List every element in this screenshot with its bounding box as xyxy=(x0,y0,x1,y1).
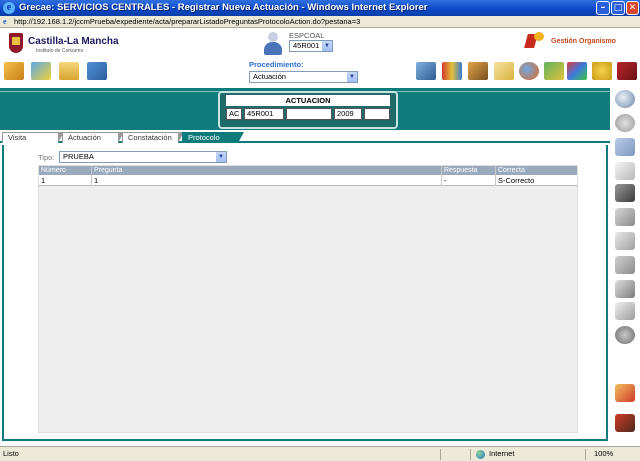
cell-correcta: S-Correcto xyxy=(498,176,535,185)
logo-text: Castilla-La Mancha xyxy=(28,36,119,47)
window-title-bar[interactable]: e Grecae: SERVICIOS CENTRALES - Registra… xyxy=(0,0,640,16)
delete-icon[interactable] xyxy=(615,208,635,226)
clear-form-icon[interactable] xyxy=(615,384,635,402)
actuacion-box: ACTUACION AC 45R001 2009 xyxy=(218,91,398,129)
laptop-icon[interactable] xyxy=(416,62,436,80)
chevron-down-icon: ▼ xyxy=(216,152,226,162)
minimize-button[interactable]: – xyxy=(596,1,610,15)
window-title: Grecae: SERVICIOS CENTRALES - Registrar … xyxy=(19,2,428,13)
eraser-icon[interactable] xyxy=(615,138,635,156)
procedure-label: Procedimiento: xyxy=(249,60,304,69)
user-select-value: 45R001 xyxy=(293,41,320,50)
tipo-label: Tipo: xyxy=(38,153,55,162)
actuacion-banner: ACTUACION AC 45R001 2009 xyxy=(0,88,610,130)
boxes-icon[interactable] xyxy=(468,62,488,80)
actuacion-year-cell: 2009 xyxy=(334,108,362,120)
tipo-select[interactable]: PRUEBA ▼ xyxy=(59,151,227,163)
tab-protocolo[interactable]: Protocolo xyxy=(182,132,244,143)
logo-subtext: Instituto de Consumo xyxy=(36,48,84,54)
tab-actuacion[interactable]: Actuación xyxy=(62,132,124,143)
org-logo-icon xyxy=(524,32,544,48)
column-header-pregunta[interactable]: Pregunta xyxy=(94,166,122,175)
address-bar[interactable]: e http://192.168.1.2/jccmPrueba/expedien… xyxy=(0,16,640,28)
zoom-level[interactable]: 100% xyxy=(594,449,613,458)
cell-numero: 1 xyxy=(41,176,46,185)
shield-key-icon[interactable] xyxy=(31,62,51,80)
copy-icon[interactable] xyxy=(615,232,635,250)
tab-visita[interactable]: Visita xyxy=(2,132,64,143)
chevron-down-icon: ▼ xyxy=(322,41,332,51)
actuacion-code-cell: 45R001 xyxy=(244,108,284,120)
maximize-button[interactable]: □ xyxy=(611,1,625,15)
attachment-icon[interactable] xyxy=(615,256,635,274)
envelope-icon[interactable] xyxy=(494,62,514,80)
firefox-icon[interactable] xyxy=(519,62,539,80)
cell-pregunta: 1 xyxy=(94,176,99,185)
globe-icon xyxy=(476,450,485,459)
page-icon: e xyxy=(3,17,7,26)
address-url[interactable]: http://192.168.1.2/jccmPrueba/expediente… xyxy=(14,17,360,26)
cell-respuesta: - xyxy=(444,176,447,185)
ie-icon: e xyxy=(3,2,15,14)
status-bar: Listo Internet 100% xyxy=(0,446,640,461)
tractor-icon[interactable] xyxy=(615,414,635,432)
org-link[interactable]: Gestión Organismo xyxy=(551,38,616,45)
books-icon[interactable] xyxy=(442,62,462,80)
user-icon xyxy=(263,32,283,56)
documents-icon[interactable] xyxy=(615,162,635,180)
procedure-select-value: Actuación xyxy=(253,72,286,81)
actuacion-number-cell xyxy=(286,108,332,120)
close-button[interactable]: ✕ xyxy=(626,1,639,15)
column-header-correcta[interactable]: Correcta xyxy=(498,166,525,175)
protocolo-panel: Tipo: PRUEBA ▼ Número Pregunta Respuesta… xyxy=(2,145,608,441)
settings-icon[interactable] xyxy=(615,326,635,344)
puzzle-icon[interactable] xyxy=(567,62,587,80)
crest-icon xyxy=(9,33,23,53)
questions-table: Número Pregunta Respuesta Correcta 1 1 -… xyxy=(38,165,578,433)
actuacion-extra-cell xyxy=(364,108,390,120)
right-toolbar xyxy=(610,88,640,444)
pdf-icon[interactable] xyxy=(615,302,635,320)
tipo-select-value: PRUEBA xyxy=(63,152,94,161)
gears-icon[interactable] xyxy=(592,62,612,80)
chevron-down-icon: ▼ xyxy=(347,72,357,82)
status-text: Listo xyxy=(3,449,19,458)
save-icon[interactable] xyxy=(615,184,635,202)
folder-icon[interactable] xyxy=(59,62,79,80)
tab-bar: Visita Actuación Constatación Protocolo xyxy=(0,130,610,143)
zone-label: Internet xyxy=(489,449,515,458)
table-header: Número Pregunta Respuesta Correcta xyxy=(39,166,577,175)
computer-box-icon[interactable] xyxy=(87,62,107,80)
print-icon[interactable] xyxy=(615,280,635,298)
user-label: ESPCOAL xyxy=(289,31,325,40)
procedure-select[interactable]: Actuación ▼ xyxy=(249,71,358,83)
search-icon[interactable] xyxy=(615,90,635,108)
table-row[interactable]: 1 1 - S-Correcto xyxy=(39,175,577,186)
user-select[interactable]: 45R001 ▼ xyxy=(289,40,333,52)
page-header: Castilla-La Mancha Instituto de Consumo … xyxy=(0,28,640,88)
column-header-numero[interactable]: Número xyxy=(41,166,66,175)
column-header-respuesta[interactable]: Respuesta xyxy=(444,166,477,175)
back-icon[interactable] xyxy=(615,114,635,132)
cube-icon[interactable] xyxy=(4,62,24,80)
tab-constatacion[interactable]: Constatación xyxy=(122,132,184,143)
actuacion-type-cell: AC xyxy=(226,108,242,120)
magnifier-map-icon[interactable] xyxy=(544,62,564,80)
exit-book-icon[interactable] xyxy=(617,62,637,80)
actuacion-title: ACTUACION xyxy=(226,95,390,106)
